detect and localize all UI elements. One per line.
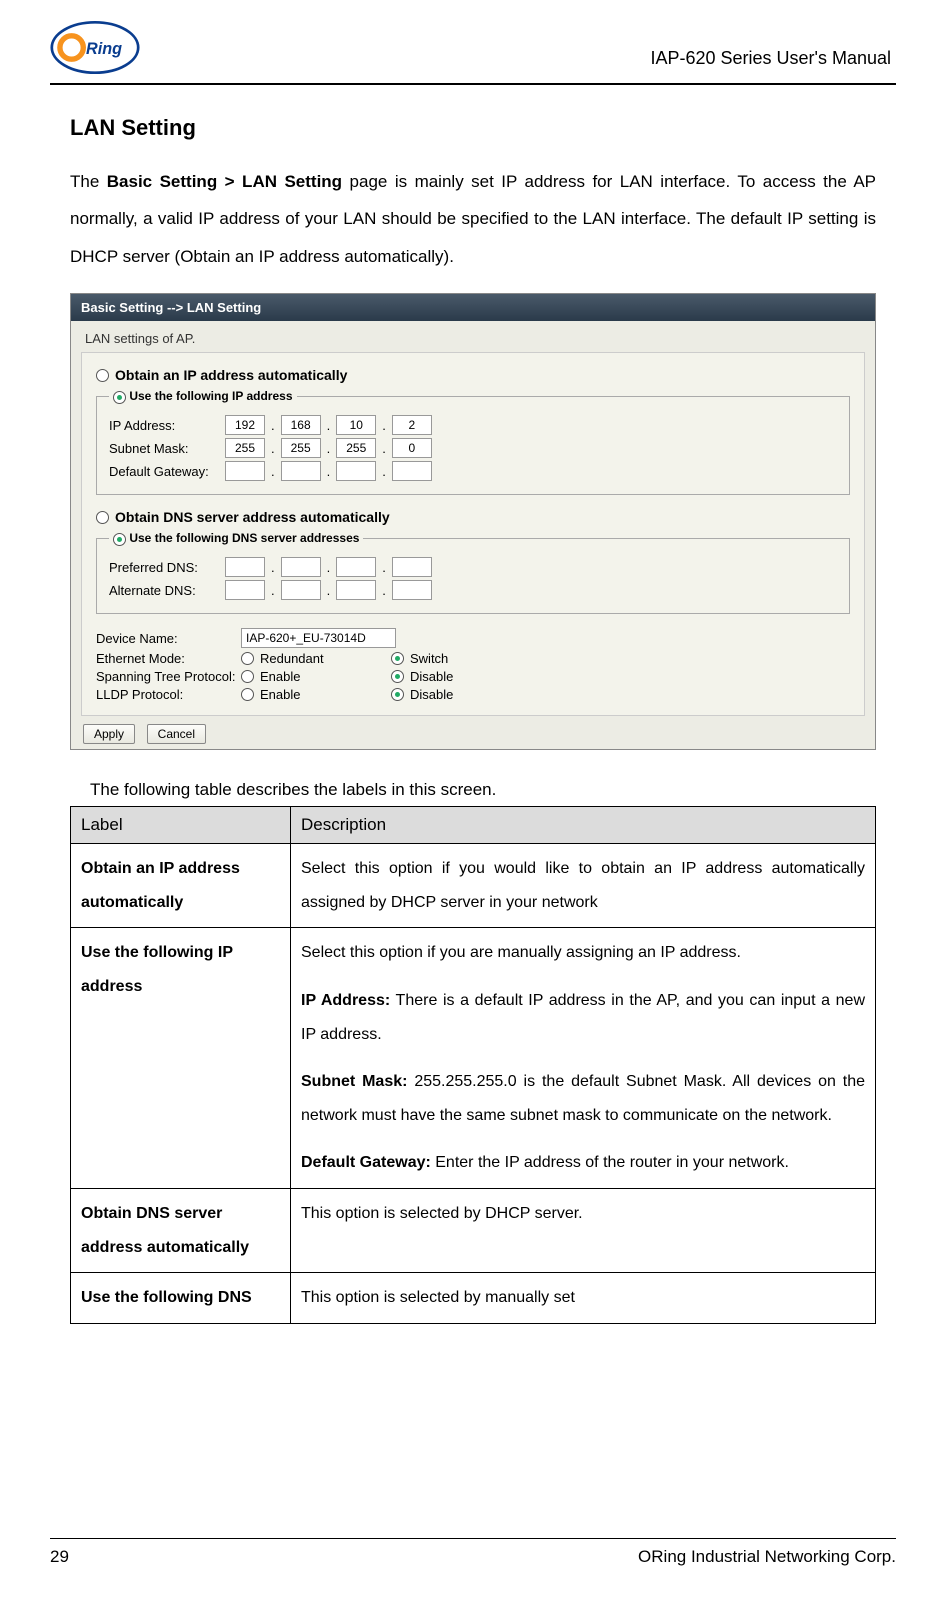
subnet-label: Subnet Mask:: [109, 441, 219, 456]
obtain-ip-option[interactable]: Obtain an IP address automatically: [96, 367, 850, 383]
row-label: Use the following IP address: [71, 928, 291, 1189]
row-desc: Select this option if you are manually a…: [291, 928, 876, 1189]
screenshot-breadcrumb: Basic Setting --> LAN Setting: [71, 294, 875, 321]
company-name: ORing Industrial Networking Corp.: [638, 1547, 896, 1567]
screenshot-subtitle: LAN settings of AP.: [71, 321, 875, 352]
gateway-octet-4[interactable]: [392, 461, 432, 481]
alt-dns-octet-4[interactable]: [392, 580, 432, 600]
row-desc: Select this option if you would like to …: [291, 844, 876, 928]
oring-logo: Ring: [50, 20, 140, 75]
alt-dns-octet-3[interactable]: [336, 580, 376, 600]
use-dns-legend: Use the following DNS server addresses: [129, 531, 359, 545]
ip-octet-2[interactable]: 168: [281, 415, 321, 435]
ip-address-label: IP Address:: [109, 418, 219, 433]
use-ip-fieldset: Use the following IP address IP Address:…: [96, 389, 850, 495]
lldp-disable-option[interactable]: Disable: [391, 687, 541, 702]
stp-disable-option[interactable]: Disable: [391, 669, 541, 684]
use-ip-option[interactable]: Use the following IP address: [109, 389, 297, 404]
page-header: Ring IAP-620 Series User's Manual: [50, 20, 896, 85]
pref-dns-octet-1[interactable]: [225, 557, 265, 577]
radio-icon: [241, 670, 254, 683]
gateway-octet-1[interactable]: [225, 461, 265, 481]
gateway-octet-2[interactable]: [281, 461, 321, 481]
ip-octet-3[interactable]: 10: [336, 415, 376, 435]
gateway-octet-3[interactable]: [336, 461, 376, 481]
use-ip-legend: Use the following IP address: [129, 389, 292, 403]
radio-icon: [391, 688, 404, 701]
device-name-input[interactable]: IAP-620+_EU-73014D: [241, 628, 396, 648]
lldp-enable-option[interactable]: Enable: [241, 687, 391, 702]
radio-icon: [113, 391, 126, 404]
subnet-octet-2[interactable]: 255: [281, 438, 321, 458]
document-title: IAP-620 Series User's Manual: [650, 48, 891, 69]
table-header-row: Label Description: [71, 807, 876, 844]
row-desc: This option is selected by DHCP server.: [291, 1188, 876, 1272]
header-description: Description: [291, 807, 876, 844]
radio-icon: [241, 688, 254, 701]
svg-text:Ring: Ring: [86, 40, 122, 58]
row-label: Obtain DNS server address automatically: [71, 1188, 291, 1272]
obtain-dns-label: Obtain DNS server address automatically: [115, 509, 390, 525]
apply-button[interactable]: Apply: [83, 724, 135, 744]
gateway-label: Default Gateway:: [109, 464, 219, 479]
table-row: Use the following DNS This option is sel…: [71, 1273, 876, 1324]
use-dns-option[interactable]: Use the following DNS server addresses: [109, 531, 363, 546]
eth-switch-option[interactable]: Switch: [391, 651, 541, 666]
intro-prefix: The: [70, 172, 107, 191]
table-row: Use the following IP address Select this…: [71, 928, 876, 1189]
lan-setting-screenshot: Basic Setting --> LAN Setting LAN settin…: [70, 293, 876, 750]
table-caption: The following table describes the labels…: [90, 780, 876, 800]
lldp-label: LLDP Protocol:: [96, 687, 241, 702]
radio-icon: [96, 369, 109, 382]
pref-dns-octet-4[interactable]: [392, 557, 432, 577]
radio-icon: [241, 652, 254, 665]
stp-enable-option[interactable]: Enable: [241, 669, 391, 684]
header-label: Label: [71, 807, 291, 844]
subnet-octet-1[interactable]: 255: [225, 438, 265, 458]
section-title: LAN Setting: [70, 115, 876, 141]
stp-label: Spanning Tree Protocol:: [96, 669, 241, 684]
alt-dns-octet-2[interactable]: [281, 580, 321, 600]
ip-octet-1[interactable]: 192: [225, 415, 265, 435]
pref-dns-octet-3[interactable]: [336, 557, 376, 577]
table-row: Obtain DNS server address automatically …: [71, 1188, 876, 1272]
pref-dns-label: Preferred DNS:: [109, 560, 219, 575]
cancel-button[interactable]: Cancel: [147, 724, 206, 744]
radio-icon: [113, 533, 126, 546]
subnet-octet-3[interactable]: 255: [336, 438, 376, 458]
page-footer: 29 ORing Industrial Networking Corp.: [50, 1538, 896, 1567]
row-label: Use the following DNS: [71, 1273, 291, 1324]
ethernet-mode-label: Ethernet Mode:: [96, 651, 241, 666]
page-number: 29: [50, 1547, 69, 1567]
subnet-octet-4[interactable]: 0: [392, 438, 432, 458]
eth-redundant-option[interactable]: Redundant: [241, 651, 391, 666]
row-label: Obtain an IP address automatically: [71, 844, 291, 928]
radio-icon: [391, 670, 404, 683]
pref-dns-octet-2[interactable]: [281, 557, 321, 577]
ip-octet-4[interactable]: 2: [392, 415, 432, 435]
device-name-label: Device Name:: [96, 631, 241, 646]
obtain-ip-label: Obtain an IP address automatically: [115, 367, 347, 383]
description-table: Label Description Obtain an IP address a…: [70, 806, 876, 1324]
alt-dns-label: Alternate DNS:: [109, 583, 219, 598]
alt-dns-octet-1[interactable]: [225, 580, 265, 600]
radio-icon: [96, 511, 109, 524]
intro-paragraph: The Basic Setting > LAN Setting page is …: [70, 163, 876, 275]
obtain-dns-option[interactable]: Obtain DNS server address automatically: [96, 509, 850, 525]
use-dns-fieldset: Use the following DNS server addresses P…: [96, 531, 850, 614]
intro-bold: Basic Setting > LAN Setting: [107, 172, 342, 191]
row-desc: This option is selected by manually set: [291, 1273, 876, 1324]
table-row: Obtain an IP address automatically Selec…: [71, 844, 876, 928]
radio-icon: [391, 652, 404, 665]
